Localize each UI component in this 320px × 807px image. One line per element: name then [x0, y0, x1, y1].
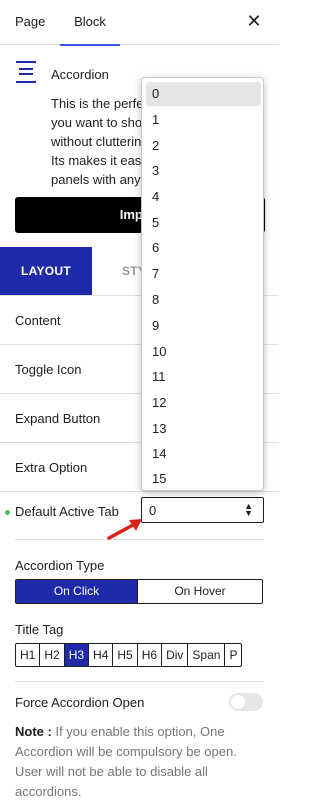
accordion-block-icon	[16, 61, 36, 83]
panel-label: Toggle Icon	[15, 362, 82, 377]
accordion-type-toggle: On Click On Hover	[15, 579, 263, 604]
dropdown-option[interactable]: 12	[146, 391, 261, 415]
dropdown-option[interactable]: 2	[146, 134, 261, 158]
select-arrows-icon: ▲ ▼	[244, 501, 253, 518]
dropdown-option[interactable]: 7	[146, 262, 261, 286]
tab-block[interactable]: Block	[60, 0, 120, 46]
annotation-arrow-icon	[107, 519, 142, 540]
tag-h1[interactable]: H1	[16, 644, 41, 666]
panel-label: Content	[15, 313, 61, 328]
tag-h5[interactable]: H5	[113, 644, 138, 666]
default-active-tab-dropdown: 0 1 2 3 4 5 6 7 8 9 10 11 12 13 14 15	[141, 77, 264, 491]
on-hover-option[interactable]: On Hover	[137, 580, 262, 603]
on-click-option[interactable]: On Click	[16, 580, 137, 603]
select-value: 0	[149, 503, 157, 518]
dropdown-option[interactable]: 14	[146, 442, 261, 466]
divider	[15, 681, 264, 682]
tag-p[interactable]: P	[225, 644, 241, 666]
force-accordion-open-toggle[interactable]	[229, 693, 263, 711]
tag-span[interactable]: Span	[188, 644, 226, 666]
dropdown-option[interactable]: 6	[146, 236, 261, 260]
dropdown-option[interactable]: 13	[146, 417, 261, 441]
dropdown-option[interactable]: 15	[146, 467, 261, 491]
panel-label: Expand Button	[15, 411, 101, 426]
accordion-type-label: Accordion Type	[15, 558, 105, 573]
tag-h4[interactable]: H4	[89, 644, 114, 666]
dropdown-option[interactable]: 9	[146, 314, 261, 338]
active-indicator-dot	[5, 510, 10, 515]
title-tag-label: Title Tag	[15, 622, 64, 637]
panel-label: Extra Option	[15, 460, 88, 475]
dropdown-option[interactable]: 5	[146, 211, 261, 235]
inspector-tabs: Page Block ✕	[0, 0, 279, 46]
block-title: Accordion	[51, 67, 109, 82]
tab-page[interactable]: Page	[15, 0, 45, 45]
tab-layout[interactable]: LAYOUT	[0, 247, 92, 295]
tag-div[interactable]: Div	[162, 644, 189, 666]
default-active-tab-label: Default Active Tab	[15, 504, 119, 519]
force-open-note: Note : If you enable this option, One Ac…	[15, 722, 267, 802]
default-active-tab-select[interactable]: 0 ▲ ▼	[141, 497, 264, 523]
close-icon[interactable]: ✕	[244, 11, 264, 31]
dropdown-option[interactable]: 10	[146, 340, 261, 364]
tag-h6[interactable]: H6	[138, 644, 163, 666]
tag-h2[interactable]: H2	[40, 644, 65, 666]
note-prefix: Note :	[15, 724, 52, 739]
force-accordion-open-label: Force Accordion Open	[15, 695, 145, 710]
dropdown-option[interactable]: 3	[146, 159, 261, 183]
tag-h3[interactable]: H3	[64, 644, 90, 666]
dropdown-option[interactable]: 11	[146, 365, 261, 389]
dropdown-option[interactable]: 8	[146, 288, 261, 312]
dropdown-option[interactable]: 4	[146, 185, 261, 209]
dropdown-option[interactable]: 1	[146, 108, 261, 132]
title-tag-group: H1 H2 H3 H4 H5 H6 Div Span P	[15, 643, 243, 667]
dropdown-option[interactable]: 0	[146, 82, 261, 106]
